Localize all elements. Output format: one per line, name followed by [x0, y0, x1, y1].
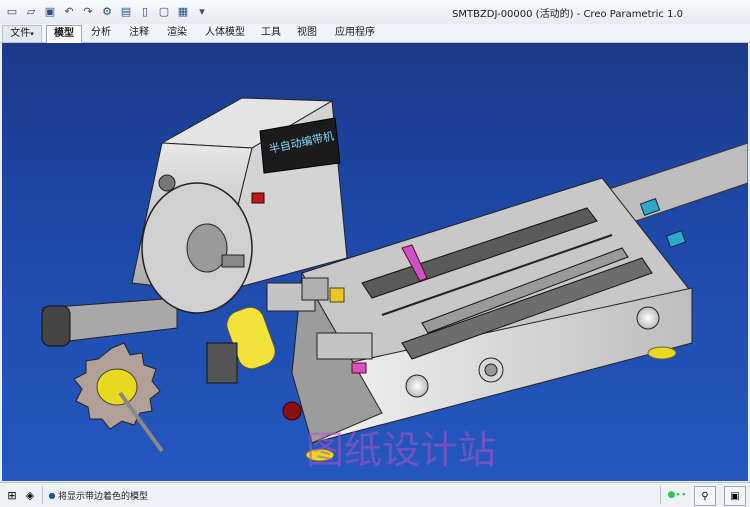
regen-status-icon: ●∙∙ [667, 490, 687, 500]
page-icon[interactable]: ▢ [156, 3, 172, 19]
gauge-1 [405, 374, 429, 398]
new-icon[interactable]: ▭ [4, 3, 20, 19]
status-message: 将显示带边着色的模型 [58, 492, 149, 502]
watermark: 图纸设计站 [306, 428, 496, 472]
windows-icon[interactable]: ▤ [118, 3, 134, 19]
title-bar: ▭ ▱ ▣ ↶ ↷ ⚙ ▤ ▯ ▢ ▦ ▾ SMTBZDJ-00000 (活动的… [0, 0, 750, 25]
tab-model[interactable]: 模型 [46, 25, 82, 43]
find-icon[interactable]: ⚲ [694, 486, 716, 506]
red-button [282, 401, 302, 421]
cad-model: 半自动编带机 图纸设计站 [41, 97, 748, 472]
undo-icon[interactable]: ↶ [61, 3, 77, 19]
status-separator [42, 486, 43, 504]
model-tree-toggle-icon[interactable]: ⊞ [4, 487, 20, 503]
tab-annotate[interactable]: 注释 [122, 25, 156, 41]
tab-render[interactable]: 渲染 [160, 25, 194, 41]
customize-icon[interactable]: ▾ [194, 3, 210, 19]
window-title: SMTBZDJ-00000 (活动的) - Creo Parametric 1.… [452, 9, 684, 20]
tab-tools[interactable]: 工具 [256, 25, 286, 41]
save-icon[interactable]: ▣ [42, 3, 58, 19]
ribbon-tabs: 文件▾ 模型 分析 注释 渲染 人体模型 工具 视图 应用程序 [0, 24, 750, 43]
selection-filter-icon[interactable]: ▣ [724, 486, 746, 506]
tab-applications[interactable]: 应用程序 [328, 25, 382, 41]
copy-icon[interactable]: ▯ [137, 3, 153, 19]
quick-access-toolbar: ▭ ▱ ▣ ↶ ↷ ⚙ ▤ ▯ ▢ ▦ ▾ [4, 3, 210, 19]
status-bar: ⊞ ◈ ● 将显示带边着色的模型 ●∙∙ ⚲ ▣ [0, 482, 750, 507]
graphics-viewport[interactable]: 半自动编带机 图纸设计站 [2, 43, 748, 481]
tab-file[interactable]: 文件▾ [2, 25, 42, 42]
tab-file-label: 文件 [10, 28, 31, 39]
clip-cyan-2 [665, 229, 687, 249]
browser-toggle-icon[interactable]: ◈ [22, 487, 38, 503]
redo-icon[interactable]: ↷ [80, 3, 96, 19]
regenerate-icon[interactable]: ⚙ [99, 3, 115, 19]
foot-1 [647, 346, 677, 360]
close-window-icon[interactable]: ▦ [175, 3, 191, 19]
open-icon[interactable]: ▱ [23, 3, 39, 19]
chevron-down-icon: ▾ [30, 30, 34, 38]
tab-analysis[interactable]: 分析 [84, 25, 118, 41]
tab-manikin[interactable]: 人体模型 [198, 25, 252, 41]
tab-view[interactable]: 视图 [290, 25, 324, 41]
gauge-2 [636, 306, 660, 330]
status-separator [660, 486, 661, 504]
